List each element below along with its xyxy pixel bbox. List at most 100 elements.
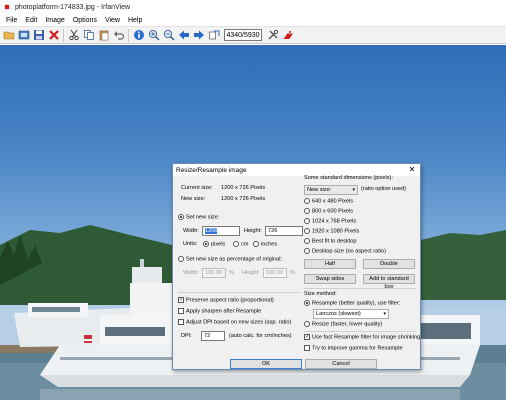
- image-counter-field[interactable]: 4340/5930: [224, 29, 262, 41]
- menu-file[interactable]: File: [2, 17, 21, 24]
- pct-width-label: Width:: [183, 270, 199, 276]
- resample-radio[interactable]: Resample (better quality), use filter:: [304, 300, 400, 307]
- width-input[interactable]: 1200: [202, 226, 240, 236]
- pct-width-input[interactable]: 100.00: [202, 268, 226, 278]
- checkbox-box: [178, 297, 184, 303]
- preserve-aspect-label: Preserve aspect ratio (proportional): [186, 297, 274, 304]
- chevron-down-icon: ▾: [383, 311, 386, 317]
- properties-tools-icon[interactable]: [266, 29, 279, 42]
- previous-image-icon[interactable]: [177, 29, 190, 42]
- resize-resample-dialog: Resize/Resample image ✕ Current size: 12…: [172, 163, 421, 370]
- menu-image[interactable]: Image: [41, 17, 68, 24]
- delete-icon[interactable]: [47, 29, 60, 42]
- radio-dot: [304, 228, 310, 234]
- radio-dot: [304, 208, 310, 214]
- menu-options[interactable]: Options: [69, 17, 101, 24]
- fast-resample-label: Use fast Resample filter for image shrin…: [312, 334, 421, 341]
- current-size-value: 1200 x 726 Pixels: [221, 185, 266, 191]
- adjust-dpi-checkbox[interactable]: Adjust DPI based on new sizes (asp. rati…: [178, 319, 291, 326]
- double-button[interactable]: Double: [363, 259, 415, 269]
- fast-resample-checkbox[interactable]: Use fast Resample filter for image shrin…: [304, 334, 420, 341]
- menu-view[interactable]: View: [101, 17, 124, 24]
- save-icon[interactable]: [32, 29, 45, 42]
- copy-to-icon[interactable]: [207, 29, 220, 42]
- height-label: Height:: [244, 228, 262, 234]
- pct-height-input[interactable]: 100.00: [263, 268, 287, 278]
- units-label: Units:: [183, 241, 198, 247]
- paste-icon[interactable]: [97, 29, 110, 42]
- radio-dot: [304, 300, 310, 306]
- half-button[interactable]: Half: [304, 259, 356, 269]
- best-fit-label: Best fit to desktop: [312, 238, 357, 245]
- set-new-size-label: Set new size:: [186, 214, 220, 221]
- dim-800-radio[interactable]: 800 x 600 Pixels: [304, 208, 353, 215]
- add-standard-button[interactable]: Add to standard box: [363, 274, 415, 290]
- irfanview-logo-icon[interactable]: [281, 29, 294, 42]
- set-new-size-radio[interactable]: Set new size:: [178, 214, 219, 221]
- new-size-combo[interactable]: New size: ▾: [304, 185, 358, 195]
- toolbar: 4340/5930: [0, 27, 506, 44]
- divider: [304, 331, 416, 332]
- title-bar: photoplatform-174833.jpg - IrfanView: [0, 0, 506, 14]
- unit-pixels-radio[interactable]: pixels: [203, 241, 225, 248]
- standard-dims-label: Some standard dimensions (pixels):: [304, 175, 393, 181]
- dim-1920-label: 1920 x 1080 Pixels: [312, 228, 360, 235]
- filter-value: Lanczos (slowest): [316, 311, 361, 317]
- apply-sharpen-label: Apply sharpen after Resample: [186, 308, 262, 315]
- unit-cm-label: cm: [241, 241, 249, 248]
- preserve-aspect-checkbox[interactable]: Preserve aspect ratio (proportional): [178, 297, 274, 304]
- copy-icon[interactable]: [82, 29, 95, 42]
- menu-bar: File Edit Image Options View Help: [0, 14, 506, 27]
- unit-cm-radio[interactable]: cm: [233, 241, 248, 248]
- dpi-input[interactable]: 72: [201, 331, 225, 341]
- ok-button[interactable]: OK: [230, 359, 302, 369]
- filter-select[interactable]: Lanczos (slowest) ▾: [313, 309, 389, 319]
- radio-dot: [304, 218, 310, 224]
- info-icon[interactable]: [132, 29, 145, 42]
- ratio-note: (ratio option used): [361, 186, 407, 192]
- dpi-label: DPI:: [181, 333, 192, 339]
- cut-icon[interactable]: [67, 29, 80, 42]
- resample-label: Resample (better quality), use filter:: [312, 300, 401, 307]
- radio-dot: [304, 248, 310, 254]
- unit-pixels-label: pixels: [211, 241, 226, 248]
- radio-dot: [304, 198, 310, 204]
- radio-dot: [233, 241, 239, 247]
- pct-width-sign: %: [229, 270, 234, 276]
- adjust-dpi-label: Adjust DPI based on new sizes (asp. rati…: [186, 319, 292, 326]
- slideshow-icon[interactable]: [17, 29, 30, 42]
- radio-dot: [178, 256, 184, 262]
- dim-640-label: 640 x 480 Pixels: [312, 198, 354, 205]
- zoom-in-icon[interactable]: [147, 29, 160, 42]
- menu-edit[interactable]: Edit: [21, 17, 41, 24]
- radio-dot: [178, 214, 184, 220]
- next-image-icon[interactable]: [192, 29, 205, 42]
- zoom-out-icon[interactable]: [162, 29, 175, 42]
- set-percent-radio[interactable]: Set new size as percentage of original:: [178, 256, 282, 263]
- best-fit-radio[interactable]: Best fit to desktop: [304, 238, 356, 245]
- dim-1920-radio[interactable]: 1920 x 1080 Pixels: [304, 228, 359, 235]
- gamma-checkbox[interactable]: Try to improve gamma for Resample: [304, 345, 403, 352]
- open-folder-icon[interactable]: [2, 29, 15, 42]
- width-value: 1200: [205, 228, 218, 234]
- checkbox-box: [178, 308, 184, 314]
- divider: [304, 288, 416, 289]
- desktop-size-radio[interactable]: Desktop size (no aspect ratio): [304, 248, 386, 255]
- undo-icon[interactable]: [112, 29, 125, 42]
- menu-help[interactable]: Help: [124, 17, 146, 24]
- size-method-label: Size method:: [304, 291, 337, 297]
- apply-sharpen-checkbox[interactable]: Apply sharpen after Resample: [178, 308, 261, 315]
- unit-inches-radio[interactable]: inches: [253, 241, 277, 248]
- height-input[interactable]: 726: [265, 226, 303, 236]
- pct-height-sign: %: [290, 270, 295, 276]
- dim-1024-radio[interactable]: 1024 x 768 Pixels: [304, 218, 356, 225]
- dpi-note: (auto calc. for cm/inches): [229, 333, 292, 339]
- checkbox-box: [304, 345, 310, 351]
- resize-radio[interactable]: Resize (faster, lower quality): [304, 321, 382, 328]
- dim-1024-label: 1024 x 768 Pixels: [312, 218, 357, 225]
- swap-sides-button[interactable]: Swap sides: [304, 274, 356, 284]
- cancel-button[interactable]: Cancel: [305, 359, 377, 369]
- dim-640-radio[interactable]: 640 x 480 Pixels: [304, 198, 353, 205]
- toolbar-separator: [63, 28, 64, 42]
- close-icon[interactable]: ✕: [407, 166, 417, 174]
